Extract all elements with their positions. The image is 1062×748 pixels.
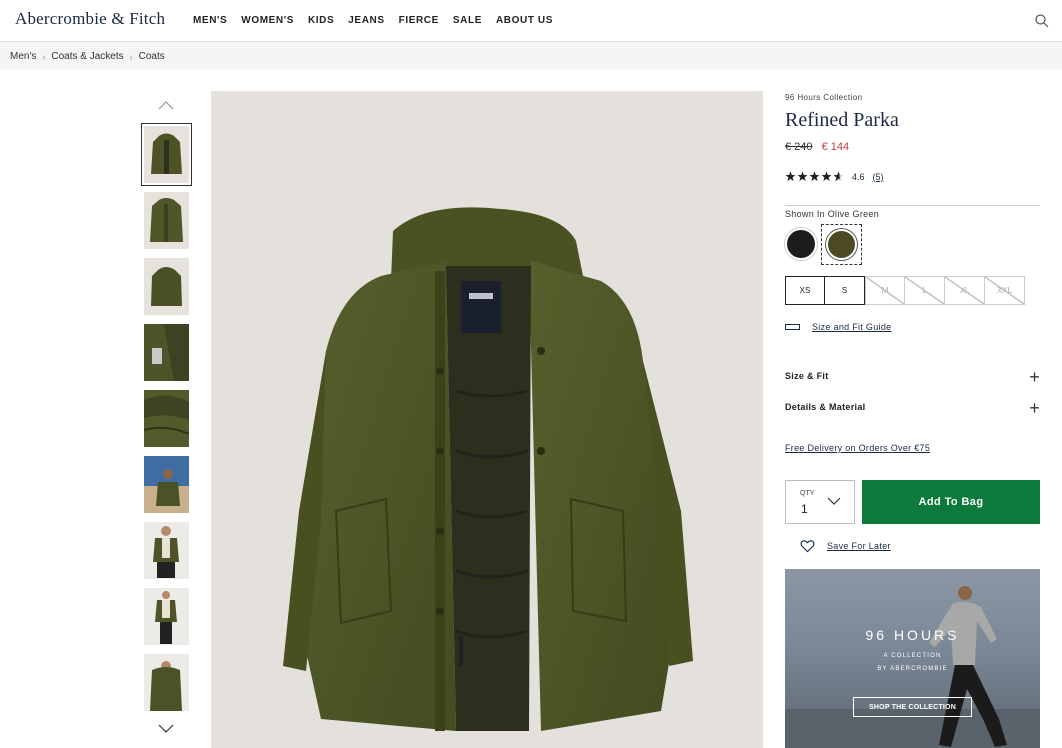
thumbnail-5[interactable] [144,390,189,447]
brand-logo[interactable]: Abercrombie & Fitch [15,9,165,29]
save-for-later-label: Save For Later [827,541,891,551]
size-xxl[interactable]: XXL [985,276,1025,305]
color-swatch-olive [826,229,857,260]
thumbnail-6[interactable] [144,456,189,513]
nav-fierce[interactable]: FIERCE [399,15,439,26]
breadcrumb-mens[interactable]: Men's [10,51,36,62]
thumbnail-8[interactable] [144,588,189,645]
accordion-label: Size & Fit [785,371,829,381]
nav-sale[interactable]: SALE [453,15,482,26]
color-swatch-black[interactable] [785,228,817,260]
promo-subline-2: BY ABERCROMBIE [877,666,948,672]
sale-price: € 144 [821,141,850,153]
plus-icon: + [1029,367,1040,387]
chevron-right-icon: › [129,51,133,62]
chevron-down-icon [827,497,841,505]
divider [785,205,1040,206]
free-delivery-link[interactable]: Free Delivery on Orders Over €75 [785,443,930,453]
accordion-label: Details & Material [785,402,866,412]
heart-icon [800,540,815,553]
chevron-up-icon[interactable] [158,100,174,110]
nav-womens[interactable]: WOMEN'S [241,15,294,26]
search-icon[interactable] [1034,13,1050,29]
shop-collection-button[interactable]: SHOP THE COLLECTION [853,697,972,717]
size-xs[interactable]: XS [785,276,825,305]
rating-stars [785,171,844,182]
size-l[interactable]: L [905,276,945,305]
breadcrumb-bar: Men's › Coats & Jackets › Coats [0,42,1062,69]
quantity-select[interactable]: QTY 1 [785,480,855,524]
parka-image [211,91,763,748]
collection-label[interactable]: 96 Hours Collection [785,93,862,102]
qty-value: 1 [801,502,808,516]
thumbnail-3[interactable] [144,258,189,315]
nav-jeans[interactable]: JEANS [348,15,384,26]
save-for-later-link[interactable]: Save For Later [800,539,891,553]
thumbnail-7[interactable] [144,522,189,579]
size-selector: XS S M L XL XXL [785,276,1025,305]
ruler-icon [785,324,800,330]
rating: 4.6 (5) [785,171,884,182]
nav-kids[interactable]: KIDS [308,15,334,26]
breadcrumb-coats-jackets[interactable]: Coats & Jackets [51,51,123,62]
qty-label: QTY [800,490,815,497]
add-to-bag-button[interactable]: Add To Bag [862,480,1040,524]
review-count-link[interactable]: (5) [873,172,884,182]
nav-about-us[interactable]: ABOUT US [496,15,553,26]
thumbnail-2[interactable] [144,192,189,249]
site-header: Abercrombie & Fitch MEN'S WOMEN'S KIDS J… [0,0,1062,42]
rating-value: 4.6 [852,171,865,182]
promo-banner[interactable]: 96 HOURS A COLLECTION BY ABERCROMBIE SHO… [785,569,1040,748]
nav-mens[interactable]: MEN'S [193,15,227,26]
original-price: € 240 [785,141,813,153]
promo-headline: 96 HOURS [865,627,960,643]
size-xl[interactable]: XL [945,276,985,305]
size-s[interactable]: S [825,276,865,305]
shown-in-color: Shown In Olive Green [785,209,880,219]
star-icon [821,171,832,182]
color-swatch-olive-selected[interactable] [821,224,862,265]
breadcrumb: Men's › Coats & Jackets › Coats [10,51,165,62]
plus-icon: + [1029,398,1040,418]
star-icon [809,171,820,182]
star-icon [785,171,796,182]
thumbnail-1[interactable] [141,123,192,186]
thumbnail-4[interactable] [144,324,189,381]
accordion-size-fit[interactable]: Size & Fit + [785,367,1040,387]
size-guide-link[interactable]: Size and Fit Guide [785,322,891,332]
breadcrumb-coats[interactable]: Coats [139,51,165,62]
main-nav: MEN'S WOMEN'S KIDS JEANS FIERCE SALE ABO… [193,15,567,26]
product-main-image[interactable] [211,91,763,748]
thumbnail-9[interactable] [144,654,189,711]
star-half-icon [833,171,844,182]
star-icon [797,171,808,182]
size-m[interactable]: M [865,276,905,305]
chevron-down-icon[interactable] [158,724,174,734]
promo-subline-1: A COLLECTION [883,653,942,659]
accordion-details-material[interactable]: Details & Material + [785,398,1040,418]
size-guide-label: Size and Fit Guide [812,322,892,332]
price: € 240 € 144 [785,141,849,153]
chevron-right-icon: › [42,51,46,62]
product-title: Refined Parka [785,109,899,131]
